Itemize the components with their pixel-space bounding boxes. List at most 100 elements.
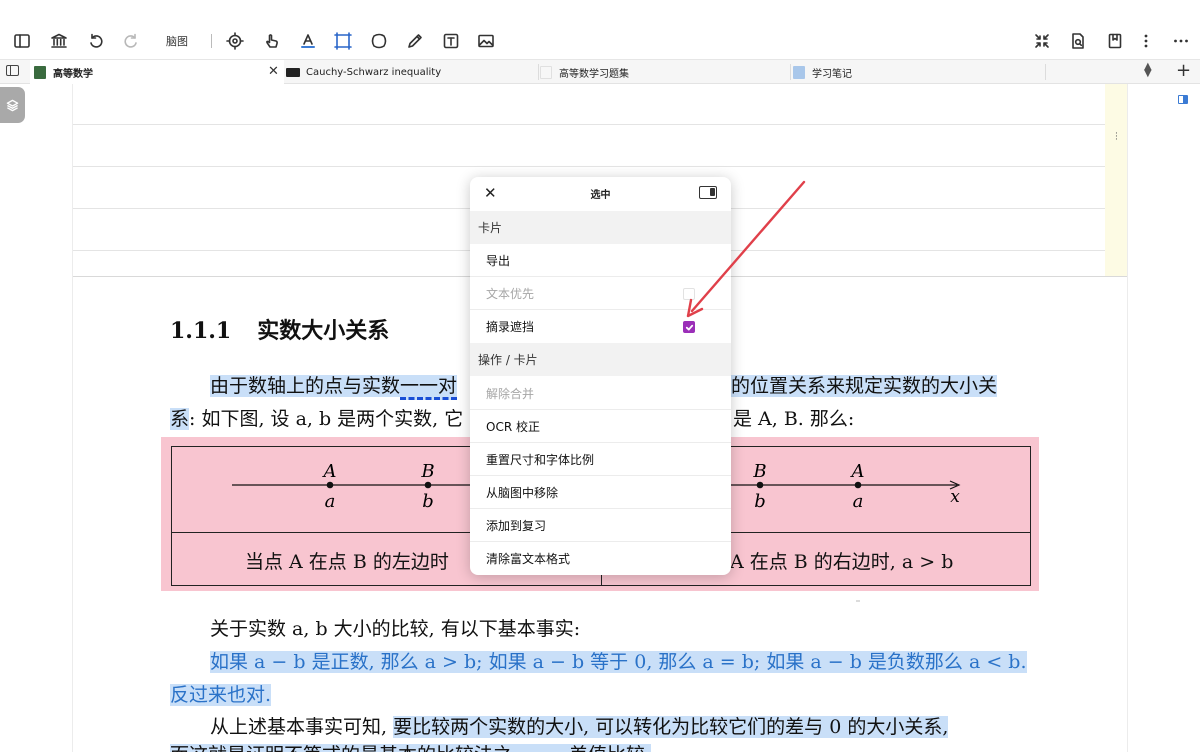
point-label-lower: b (422, 491, 434, 512)
paragraph-line[interactable]: 关于实数 a, b 大小的比较, 有以下基本事实: (210, 614, 580, 641)
focus-target-icon[interactable] (224, 30, 246, 52)
redo-icon[interactable] (120, 30, 142, 52)
tab-gaodeng-shuxue[interactable]: 高等数学 (30, 60, 284, 84)
pen-icon[interactable] (404, 30, 426, 52)
paragraph-text: 关于实数 a, b 大小的比较, 有以下基本事实: (210, 618, 581, 640)
add-tab-icon[interactable]: + (1176, 60, 1191, 81)
point-label-upper: A (850, 461, 865, 482)
paragraph-line[interactable]: 从上述基本事实可知, 要比较两个实数的大小, 可以转化为比较它们的差与 0 的大… (210, 712, 949, 739)
paragraph-line[interactable]: 反过来也对. (170, 680, 272, 707)
menu-item-clear-format[interactable]: 清除富文本格式 (470, 542, 731, 575)
highlighted-text: 系 (170, 408, 190, 430)
menu-item-ocr[interactable]: OCR 校正 (470, 410, 731, 443)
notebook-blue-icon (793, 65, 805, 79)
library-icon[interactable] (48, 30, 70, 52)
collapse-icon[interactable] (1031, 30, 1053, 52)
image-icon[interactable] (475, 30, 497, 52)
menu-item-reset-size[interactable]: 重置尺寸和字体比例 (470, 443, 731, 476)
lasso-icon[interactable] (368, 30, 390, 52)
notebook-icon (34, 65, 46, 79)
app-window: 脑图 高等数学 ✕ Cauchy-Schwarz inequality 高等数学… (0, 0, 1200, 752)
paragraph-line[interactable]: 如果 a − b 是正数, 那么 a > b; 如果 a − b 等于 0, 那… (210, 647, 1027, 674)
tab-cauchy-schwarz[interactable]: Cauchy-Schwarz inequality (286, 60, 536, 84)
mindmap-button[interactable]: 脑图 (166, 33, 188, 49)
paragraph-line[interactable]: 是 A, B. 那么: (733, 404, 854, 431)
menu-item-unmerge[interactable]: 解除合并 (470, 377, 731, 410)
point-marker (424, 481, 432, 489)
tab-label: 高等数学习题集 (559, 68, 629, 80)
tab-divider (1045, 64, 1046, 80)
popup-title: 选中 (590, 190, 611, 201)
sidebar-toggle-icon[interactable] (11, 30, 33, 52)
point-label-lower: a (853, 491, 864, 512)
margin-note-strip[interactable] (1105, 84, 1127, 276)
right-panel-icon[interactable] (1178, 95, 1188, 104)
axis-label: x (950, 487, 960, 507)
text-highlight-icon[interactable] (297, 30, 319, 52)
tab-scroll-arrows-icon[interactable]: ▲ ▼ (1144, 62, 1152, 79)
point-label-lower: b (754, 491, 766, 512)
paragraph-line[interactable]: 的位置关系来规定实数的大小关 (731, 371, 998, 398)
paragraph-line[interactable]: 系: 如下图, 设 a, b 是两个实数, 它 (170, 404, 463, 431)
highlighted-text: 的位置关系来规定实数的大小关 (731, 375, 998, 397)
tab-divider (790, 64, 791, 80)
point-label-lower: a (325, 491, 336, 512)
menu-item-label: 导出 (486, 253, 511, 268)
section-header-actions: 操作 / 卡片 (470, 343, 731, 376)
paragraph-line[interactable]: 由于数轴上的点与实数一一对 (210, 371, 458, 400)
point-label-upper: B (420, 461, 434, 482)
paragraph-line[interactable]: 而这就是证明不等式的最基本的比较法之一——差值比较. (170, 740, 652, 752)
menu-item-remove-mindmap[interactable]: 从脑图中移除 (470, 476, 731, 509)
tab-close-icon[interactable]: ✕ (268, 64, 279, 79)
tab-study-notes[interactable]: 学习笔记 (793, 60, 1045, 84)
paragraph-text: 是 A, B. 那么: (733, 408, 855, 430)
rectangle-select-icon[interactable] (332, 30, 354, 52)
menu-item-export[interactable]: 导出 (470, 244, 731, 277)
hand-pointer-icon[interactable] (261, 30, 283, 52)
point-marker (756, 481, 764, 489)
more-horizontal-icon[interactable] (1170, 30, 1192, 52)
panel-toggle-icon[interactable] (6, 65, 19, 76)
tab-label: 高等数学 (53, 68, 93, 80)
checkbox-checked-icon[interactable] (683, 321, 695, 333)
menu-item-add-review[interactable]: 添加到复习 (470, 509, 731, 542)
highlighted-text: 由于数轴上的点与实数 (210, 375, 401, 397)
menu-item-label: 文本优先 (486, 286, 535, 301)
tab-divider (538, 64, 539, 80)
toolbar: 脑图 (0, 0, 1200, 58)
document-icon (540, 65, 552, 79)
layers-icon[interactable] (0, 87, 25, 123)
popup-header: ✕ 选中 (470, 177, 731, 207)
note-line (73, 166, 1107, 167)
menu-item-label: 清除富文本格式 (486, 552, 571, 566)
highlighted-text: 一一对 (400, 375, 458, 400)
figure-caption-right: A 在点 B 的右边时, a > b (730, 551, 954, 573)
note-line (73, 124, 1107, 125)
menu-item-label: 摘录遮挡 (486, 320, 535, 334)
section-number: 1.1.1 (170, 318, 232, 344)
bookmark-book-icon[interactable] (1104, 30, 1126, 52)
toolbar-divider (211, 34, 212, 48)
more-vertical-icon[interactable] (1135, 30, 1157, 52)
point-marker (326, 481, 334, 489)
paragraph-text: 从上述基本事实可知, (210, 716, 388, 738)
checkbox-unchecked[interactable] (683, 288, 695, 300)
menu-item-excerpt-mask[interactable]: 摘录遮挡 (470, 310, 731, 343)
drag-handle-icon[interactable]: · · · (1115, 130, 1118, 145)
text-box-icon[interactable] (440, 30, 462, 52)
sidebar-panel-icon[interactable] (699, 186, 717, 199)
tab-bar: 高等数学 ✕ Cauchy-Schwarz inequality 高等数学习题集… (0, 59, 1200, 84)
page-mark (856, 600, 860, 602)
figure-caption-left: 当点 A 在点 B 的左边时 (245, 551, 449, 573)
tab-label: 学习笔记 (812, 68, 852, 80)
document-search-icon[interactable] (1067, 30, 1089, 52)
menu-item-text-first[interactable]: 文本优先 (470, 277, 731, 310)
highlighted-text: 要比较两个实数的大小, 可以转化为比较它们的差与 0 的大小关系, (393, 716, 949, 738)
point-label-upper: B (752, 461, 766, 482)
page-border (1127, 84, 1128, 752)
tab-exercise-set[interactable]: 高等数学习题集 (540, 60, 790, 84)
selection-popup-menu: ✕ 选中 卡片 导出 文本优先 摘录遮挡 操作 / 卡片 解除合并 OCR 校正… (470, 177, 731, 575)
paragraph-text: : 如下图, 设 a, b 是两个实数, 它 (189, 408, 464, 430)
terminal-doc-icon (286, 67, 300, 77)
undo-icon[interactable] (85, 30, 107, 52)
